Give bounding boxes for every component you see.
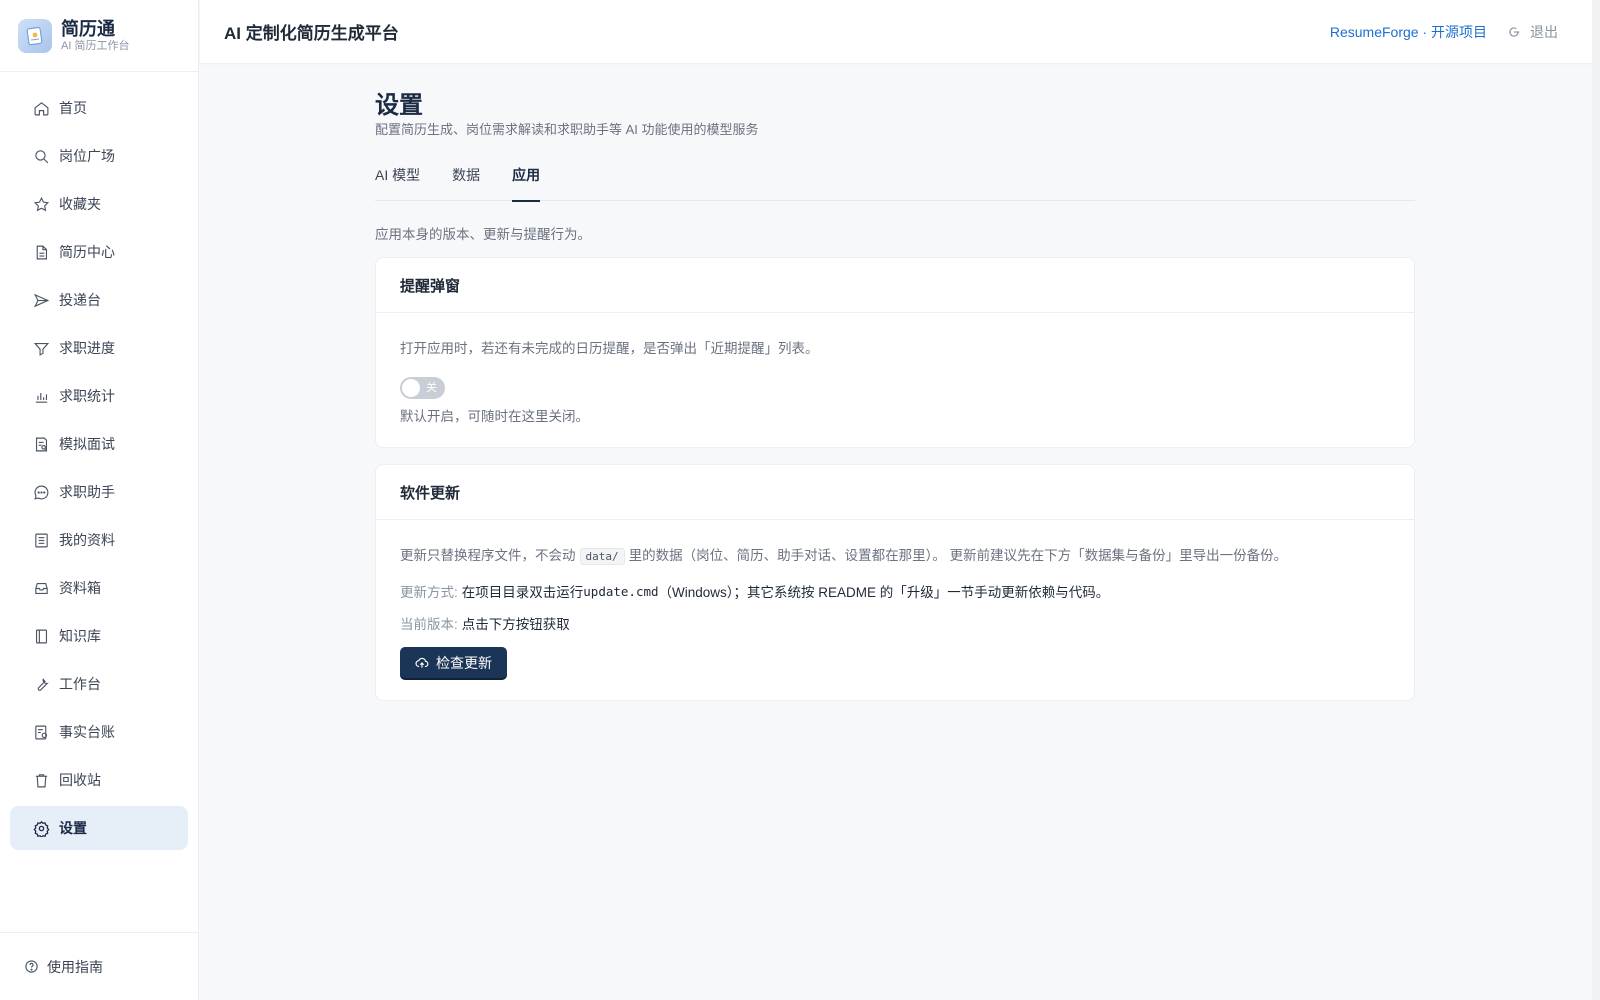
- data-folder-code: data/: [579, 548, 625, 565]
- sidebar-item-label: 回收站: [59, 772, 101, 788]
- sidebar-item-label: 简历中心: [59, 244, 115, 260]
- sidebar-item-settings[interactable]: 设置: [10, 806, 188, 850]
- profile-list-icon: [32, 531, 50, 549]
- settings-main: 设置 配置简历生成、岗位需求解读和求职助手等 AI 功能使用的模型服务 AI 模…: [375, 63, 1415, 701]
- reminder-description: 打开应用时，若还有未完成的日历提醒，是否弹出「近期提醒」列表。: [400, 341, 819, 356]
- sidebar: 简历通 AI 简历工作台 首页 岗位广场 收藏夹 简历中心 投递台 求职进度 求…: [0, 0, 199, 1000]
- gear-icon: [32, 819, 50, 837]
- card-body: 打开应用时，若还有未完成的日历提醒，是否弹出「近期提醒」列表。 关 默认开启，可…: [376, 313, 1414, 447]
- sidebar-item-label: 求职统计: [59, 388, 115, 404]
- update-description: 更新只替换程序文件，不会动 data/里的数据（岗位、简历、助手对话、设置都在那里…: [400, 544, 1390, 565]
- sidebar-item-label: 模拟面试: [59, 436, 115, 452]
- toggle-text: 关: [426, 382, 437, 394]
- funnel-icon: [32, 339, 50, 357]
- github-project-link[interactable]: ResumeForge · 开源项目: [1330, 22, 1487, 42]
- card-title: 提醒弹窗: [376, 258, 1414, 313]
- logout-label: 退出: [1530, 23, 1558, 40]
- sidebar-item-resume-center[interactable]: 简历中心: [10, 230, 188, 274]
- sidebar-item-label: 我的资料: [59, 532, 115, 548]
- card-body: 更新只替换程序文件，不会动 data/里的数据（岗位、简历、助手对话、设置都在那里…: [376, 520, 1414, 700]
- sidebar-nav: 首页 岗位广场 收藏夹 简历中心 投递台 求职进度 求职统计 模拟面试 求职助手…: [0, 72, 198, 850]
- sidebar-item-delivery[interactable]: 投递台: [10, 278, 188, 322]
- check-update-button[interactable]: 检查更新: [400, 647, 507, 678]
- update-method-text-a: 在项目目录双击运行: [461, 585, 584, 600]
- reminder-hint: 默认开启，可随时在这里关闭。: [400, 409, 589, 424]
- update-desc-before: 更新只替换程序文件，不会动: [400, 548, 576, 563]
- sidebar-item-fact-ledger[interactable]: 事实台账: [10, 710, 188, 754]
- sidebar-item-label: 求职进度: [59, 340, 115, 356]
- sidebar-item-label: 事实台账: [59, 724, 115, 740]
- cloud-upload-icon: [415, 656, 429, 670]
- sidebar-item-label: 收藏夹: [59, 196, 101, 212]
- current-version-row: 当前版本: 点击下方按钮获取: [400, 613, 1390, 633]
- trash-icon: [32, 771, 50, 789]
- sidebar-item-mock-interview[interactable]: 模拟面试: [10, 422, 188, 466]
- wrench-icon: [32, 675, 50, 693]
- send-icon: [32, 291, 50, 309]
- sidebar-item-materials-box[interactable]: 资料箱: [10, 566, 188, 610]
- sidebar-item-label: 投递台: [59, 292, 101, 308]
- chat-icon: [32, 483, 50, 501]
- sidebar-item-knowledge-base[interactable]: 知识库: [10, 614, 188, 658]
- inbox-icon: [32, 579, 50, 597]
- top-bar: AI 定制化简历生成平台 ResumeForge · 开源项目 退出: [200, 0, 1592, 63]
- ledger-icon: [32, 723, 50, 741]
- page-title: 设置: [375, 92, 423, 119]
- reminder-popup-card: 提醒弹窗 打开应用时，若还有未完成的日历提醒，是否弹出「近期提醒」列表。 关 默…: [375, 257, 1415, 448]
- topbar-actions: ResumeForge · 开源项目 退出: [1330, 0, 1558, 63]
- current-version-label: 当前版本:: [400, 617, 458, 632]
- interview-icon: [32, 435, 50, 453]
- update-method-row: 更新方式: 在项目目录双击运行 update.cmd （Windows）；其它系…: [400, 581, 1390, 601]
- page-subtitle: 配置简历生成、岗位需求解读和求职助手等 AI 功能使用的模型服务: [375, 122, 759, 137]
- sidebar-item-label: 设置: [59, 820, 87, 836]
- bar-chart-icon: [32, 387, 50, 405]
- sidebar-item-label: 工作台: [59, 676, 101, 692]
- home-icon: [32, 99, 50, 117]
- current-version-value: 点击下方按钮获取: [461, 617, 570, 632]
- logout-button[interactable]: 退出: [1507, 22, 1558, 42]
- sidebar-item-workbench[interactable]: 工作台: [10, 662, 188, 706]
- platform-title: AI 定制化简历生成平台: [224, 24, 399, 43]
- sidebar-item-job-square[interactable]: 岗位广场: [10, 134, 188, 178]
- toggle-knob: [402, 379, 420, 397]
- sidebar-item-favorites[interactable]: 收藏夹: [10, 182, 188, 226]
- document-icon: [32, 243, 50, 261]
- tab-ai-model[interactable]: AI 模型: [375, 161, 420, 201]
- update-desc-after: 里的数据（岗位、简历、助手对话、设置都在那里）。 更新前建议先在下方「数据集与备…: [628, 548, 1288, 563]
- sidebar-item-label: 知识库: [59, 628, 101, 644]
- sidebar-item-label: 资料箱: [59, 580, 101, 596]
- update-method-label: 更新方式:: [400, 585, 458, 600]
- user-guide-label: 使用指南: [47, 958, 103, 975]
- help-circle-icon: [24, 959, 40, 975]
- tab-app[interactable]: 应用: [512, 161, 541, 202]
- user-guide-link[interactable]: 使用指南: [0, 932, 199, 1000]
- tab-data[interactable]: 数据: [452, 161, 480, 201]
- search-icon: [32, 147, 50, 165]
- sidebar-item-my-profile[interactable]: 我的资料: [10, 518, 188, 562]
- brand[interactable]: 简历通 AI 简历工作台: [0, 0, 198, 72]
- sidebar-item-assistant[interactable]: 求职助手: [10, 470, 188, 514]
- sidebar-item-label: 首页: [59, 100, 87, 116]
- software-update-card: 软件更新 更新只替换程序文件，不会动 data/里的数据（岗位、简历、助手对话、设…: [375, 464, 1415, 701]
- card-title: 软件更新: [376, 465, 1414, 520]
- update-command: update.cmd: [583, 583, 659, 599]
- brand-name: 简历通: [61, 18, 115, 39]
- brand-subtitle: AI 简历工作台: [61, 39, 130, 52]
- star-icon: [32, 195, 50, 213]
- page-scrollbar[interactable]: [1592, 0, 1600, 1000]
- check-update-label: 检查更新: [436, 654, 492, 671]
- sidebar-item-progress[interactable]: 求职进度: [10, 326, 188, 370]
- app-logo-icon: [18, 18, 52, 53]
- settings-tabs: AI 模型 数据 应用: [375, 161, 1415, 202]
- book-icon: [32, 627, 50, 645]
- sidebar-item-recycle-bin[interactable]: 回收站: [10, 758, 188, 802]
- logout-icon: [1507, 25, 1521, 39]
- sidebar-item-home[interactable]: 首页: [10, 86, 188, 130]
- sidebar-item-label: 求职助手: [59, 484, 115, 500]
- section-description: 应用本身的版本、更新与提醒行为。: [375, 227, 591, 242]
- sidebar-item-statistics[interactable]: 求职统计: [10, 374, 188, 418]
- update-method-text-b: （Windows）；其它系统按 README 的「升级」一节手动更新依赖与代码。: [658, 585, 1110, 600]
- sidebar-item-label: 岗位广场: [59, 148, 115, 164]
- reminder-toggle[interactable]: 关: [400, 377, 445, 399]
